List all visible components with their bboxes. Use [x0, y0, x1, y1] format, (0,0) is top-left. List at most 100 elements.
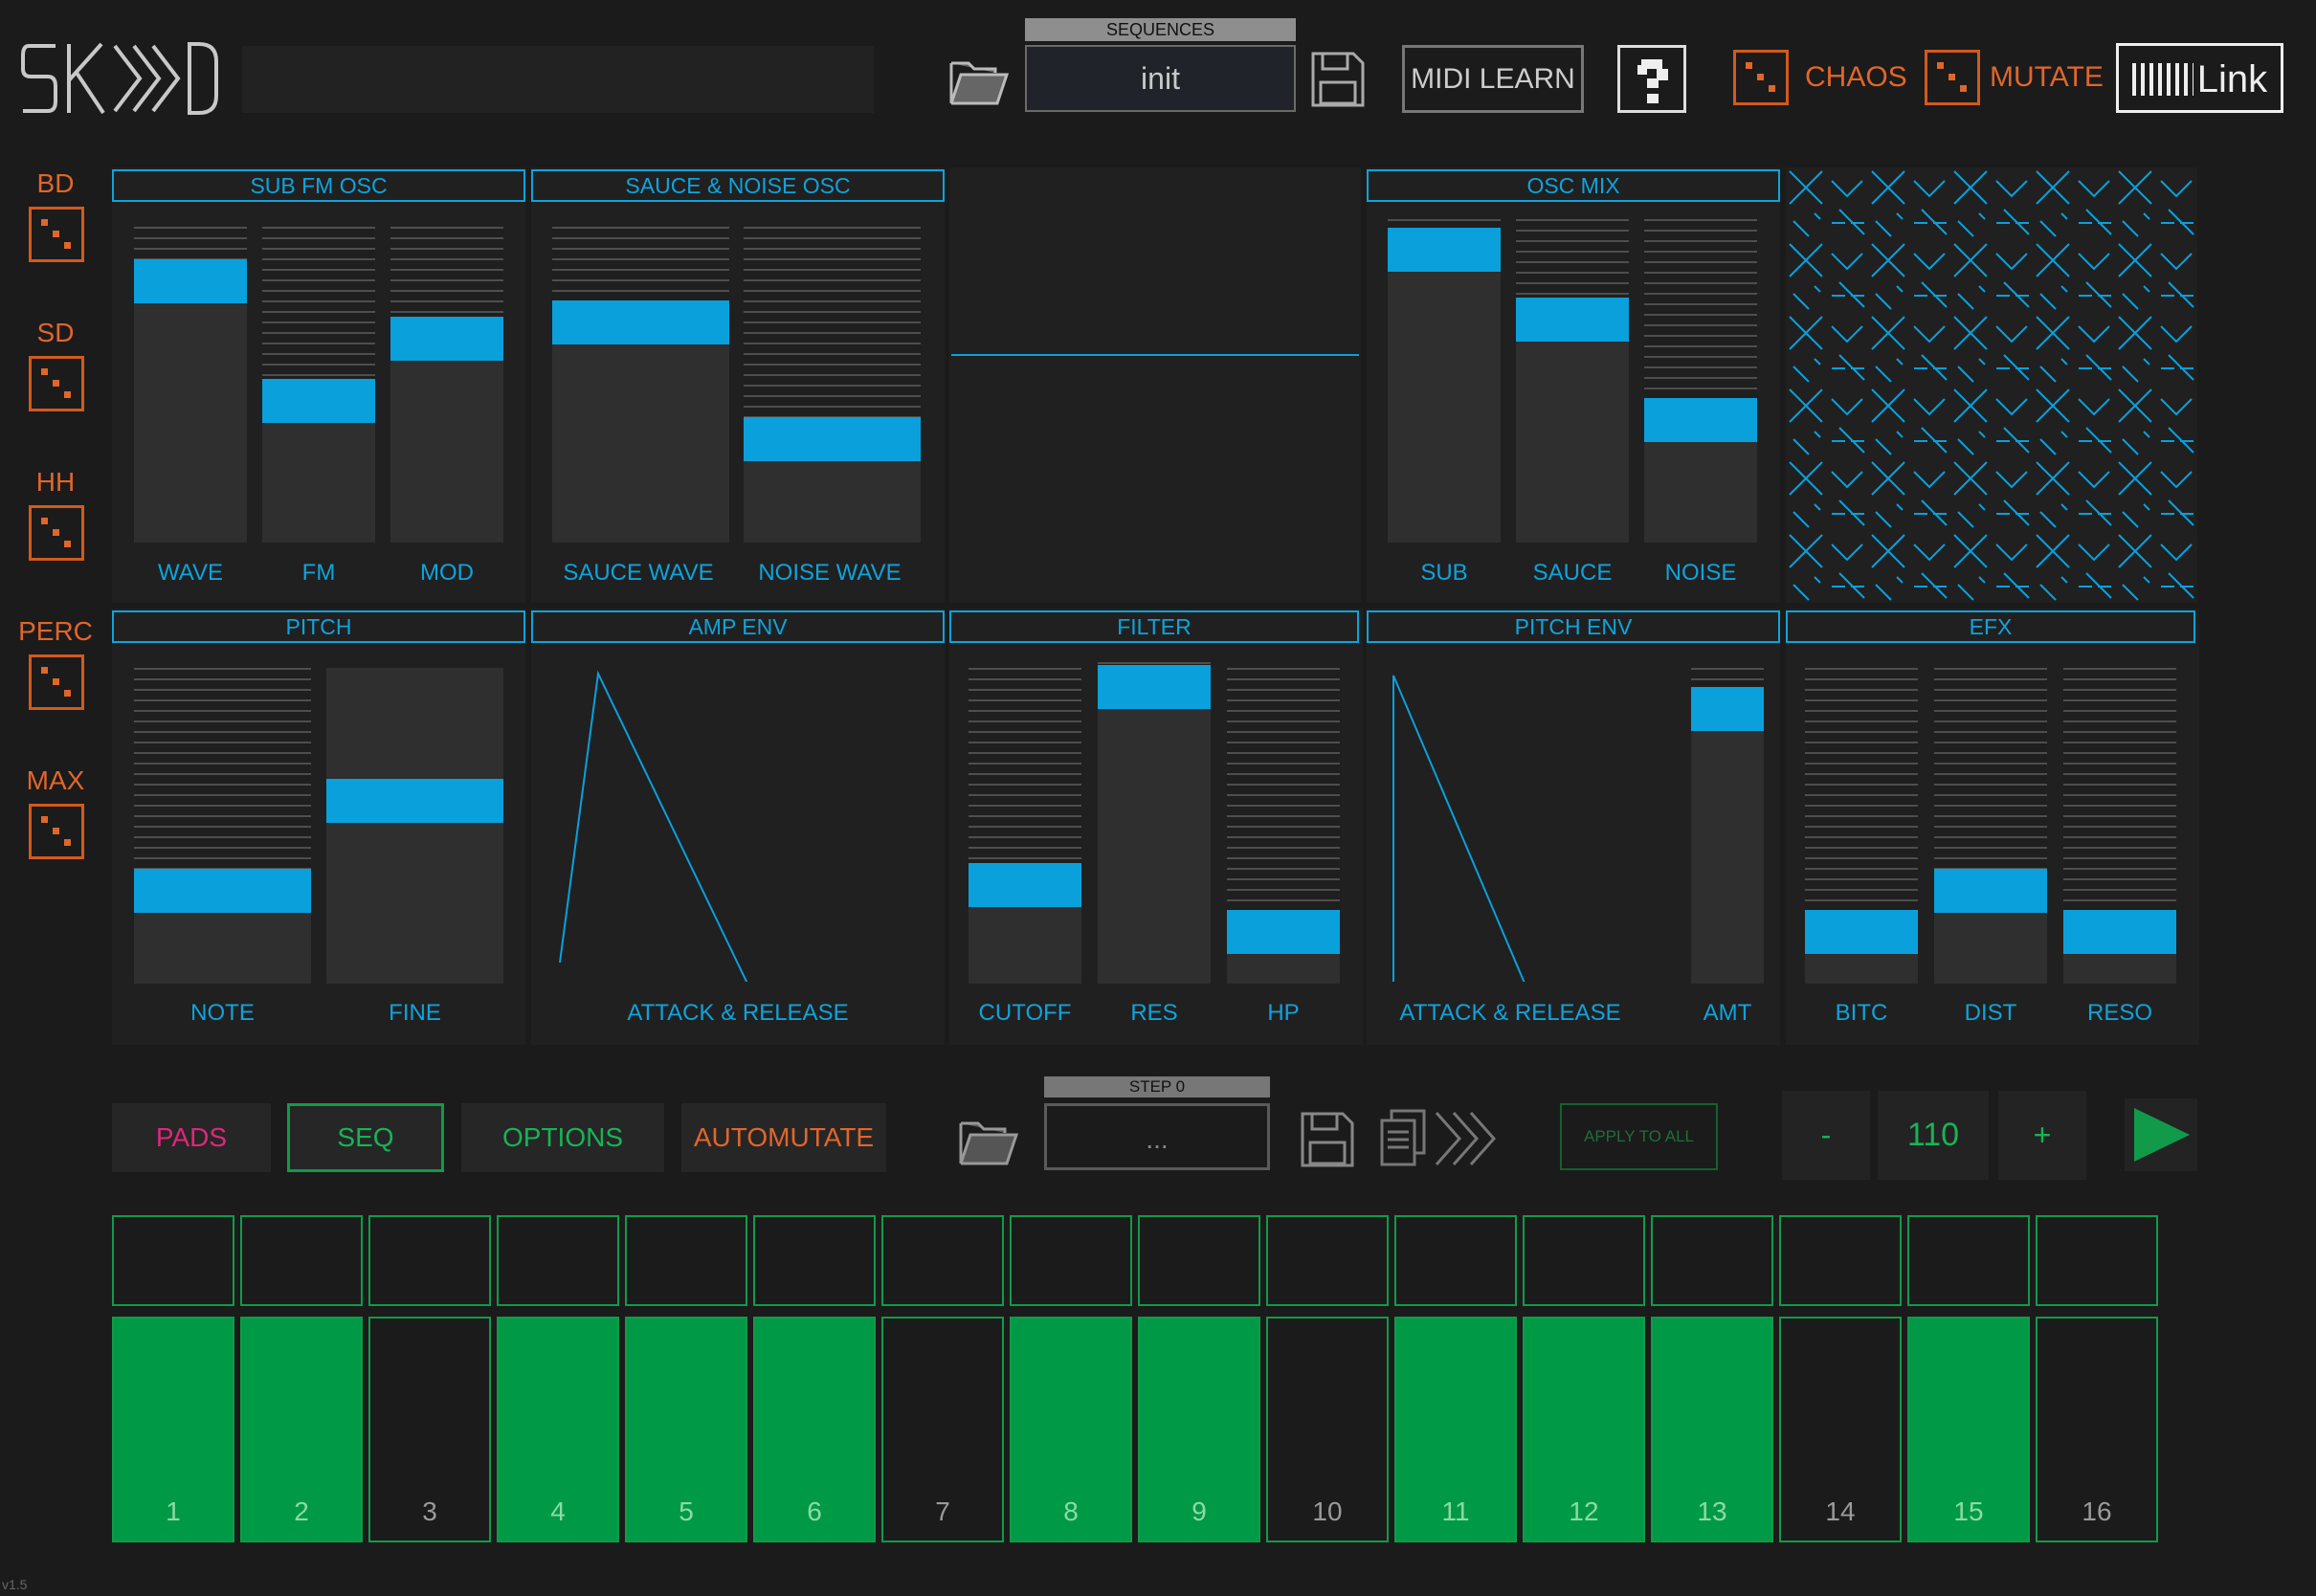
slider-handle[interactable] [552, 300, 729, 344]
save-pattern-button[interactable] [1299, 1110, 1356, 1169]
step-button[interactable]: 7 [881, 1317, 1004, 1542]
pad-cell[interactable] [1010, 1215, 1132, 1306]
slider-handle[interactable] [1227, 910, 1340, 954]
pad-cell[interactable] [625, 1215, 747, 1306]
shift-pattern-button[interactable] [1431, 1105, 1503, 1172]
step-value-field[interactable]: ... [1044, 1103, 1270, 1170]
pad-cell[interactable] [1523, 1215, 1645, 1306]
pad-cell[interactable] [753, 1215, 876, 1306]
slider-handle[interactable] [1934, 869, 2047, 913]
chaos-button[interactable] [1733, 50, 1789, 105]
step-button[interactable]: 1 [112, 1317, 234, 1542]
pad-cell[interactable] [1266, 1215, 1389, 1306]
play-button[interactable] [2125, 1098, 2197, 1171]
tempo-decrease-button[interactable]: - [1782, 1091, 1870, 1180]
slider-dist[interactable] [1934, 668, 2047, 984]
instrument-label-sd[interactable]: SD [17, 318, 94, 348]
step-button[interactable]: 13 [1651, 1317, 1773, 1542]
instrument-label-hh[interactable]: HH [17, 467, 94, 498]
slider-noise[interactable] [1644, 219, 1757, 543]
tab-options[interactable]: OPTIONS [461, 1103, 664, 1172]
slider-res[interactable] [1098, 662, 1211, 984]
pad-cell[interactable] [497, 1215, 619, 1306]
tab-seq[interactable]: SEQ [287, 1103, 444, 1172]
tab-automutate[interactable]: AUTOMUTATE [681, 1103, 886, 1172]
mutate-label[interactable]: MUTATE [1990, 61, 2104, 94]
slider-handle[interactable] [1691, 687, 1764, 731]
instrument-dice-max[interactable] [29, 804, 84, 859]
slider-handle[interactable] [390, 317, 503, 361]
step-button[interactable]: 12 [1523, 1317, 1645, 1542]
mutate-button[interactable] [1925, 50, 1980, 105]
help-button[interactable] [1617, 45, 1686, 113]
slider-sauce-wave[interactable] [552, 227, 729, 543]
step-button[interactable]: 15 [1907, 1317, 2030, 1542]
slider-handle[interactable] [1644, 398, 1757, 442]
instrument-dice-sd[interactable] [29, 356, 84, 411]
slider-handle[interactable] [1098, 665, 1211, 709]
pad-cell[interactable] [240, 1215, 363, 1306]
tempo-increase-button[interactable]: + [1998, 1091, 2086, 1180]
instrument-label-bd[interactable]: BD [17, 168, 94, 199]
slider-sub[interactable] [1388, 219, 1501, 543]
slider-handle[interactable] [134, 869, 311, 913]
step-button[interactable]: 2 [240, 1317, 363, 1542]
tempo-value[interactable]: 110 [1878, 1091, 1989, 1180]
slider-bitc[interactable] [1805, 668, 1918, 984]
slider-fm[interactable] [262, 227, 375, 543]
midi-learn-button[interactable]: MIDI LEARN [1402, 45, 1584, 113]
step-button[interactable]: 10 [1266, 1317, 1389, 1542]
slider-noise-wave[interactable] [744, 227, 921, 543]
slider-wave[interactable] [134, 227, 247, 543]
slider-handle[interactable] [2063, 910, 2176, 954]
step-button[interactable]: 4 [497, 1317, 619, 1542]
instrument-dice-bd[interactable] [29, 207, 84, 262]
slider-hp[interactable] [1227, 668, 1340, 984]
step-button[interactable]: 3 [368, 1317, 491, 1542]
amp-envelope-graph[interactable] [531, 656, 945, 982]
instrument-label-max[interactable]: MAX [17, 765, 94, 796]
preset-name-field[interactable] [242, 46, 874, 113]
slider-handle[interactable] [1516, 298, 1629, 342]
pad-cell[interactable] [1138, 1215, 1260, 1306]
open-sequence-button[interactable] [947, 50, 1011, 109]
pad-cell[interactable] [1394, 1215, 1517, 1306]
pad-cell[interactable] [1907, 1215, 2030, 1306]
pad-cell[interactable] [368, 1215, 491, 1306]
instrument-dice-hh[interactable] [29, 505, 84, 561]
step-button[interactable]: 14 [1779, 1317, 1902, 1542]
slider-fine[interactable] [326, 668, 503, 984]
tab-pads[interactable]: PADS [112, 1103, 271, 1172]
ableton-link-button[interactable]: Link [2116, 43, 2283, 113]
slider-mod[interactable] [390, 227, 503, 543]
open-pattern-button[interactable] [957, 1110, 1020, 1169]
instrument-label-perc[interactable]: PERC [17, 616, 94, 647]
slider-handle[interactable] [134, 259, 247, 303]
step-button[interactable]: 8 [1010, 1317, 1132, 1542]
slider-handle[interactable] [969, 863, 1081, 907]
copy-pattern-button[interactable] [1378, 1105, 1428, 1172]
pad-cell[interactable] [881, 1215, 1004, 1306]
step-button[interactable]: 16 [2036, 1317, 2158, 1542]
step-button[interactable]: 11 [1394, 1317, 1517, 1542]
step-button[interactable]: 9 [1138, 1317, 1260, 1542]
slider-cutoff[interactable] [969, 668, 1081, 984]
slider-handle[interactable] [326, 779, 503, 823]
pad-cell[interactable] [1651, 1215, 1773, 1306]
pitch-envelope-graph[interactable] [1367, 656, 1654, 982]
slider-note[interactable] [134, 668, 311, 984]
slider-reso[interactable] [2063, 668, 2176, 984]
slider-amt[interactable] [1691, 668, 1764, 984]
chaos-label[interactable]: CHAOS [1805, 61, 1907, 94]
slider-handle[interactable] [1388, 228, 1501, 272]
apply-to-all-button[interactable]: APPLY TO ALL [1560, 1103, 1718, 1170]
instrument-dice-perc[interactable] [29, 654, 84, 710]
pad-cell[interactable] [2036, 1215, 2158, 1306]
slider-handle[interactable] [1805, 910, 1918, 954]
pad-cell[interactable] [112, 1215, 234, 1306]
slider-handle[interactable] [744, 417, 921, 461]
sequence-name-field[interactable]: init [1025, 45, 1296, 112]
step-button[interactable]: 6 [753, 1317, 876, 1542]
slider-handle[interactable] [262, 379, 375, 423]
slider-sauce[interactable] [1516, 219, 1629, 543]
